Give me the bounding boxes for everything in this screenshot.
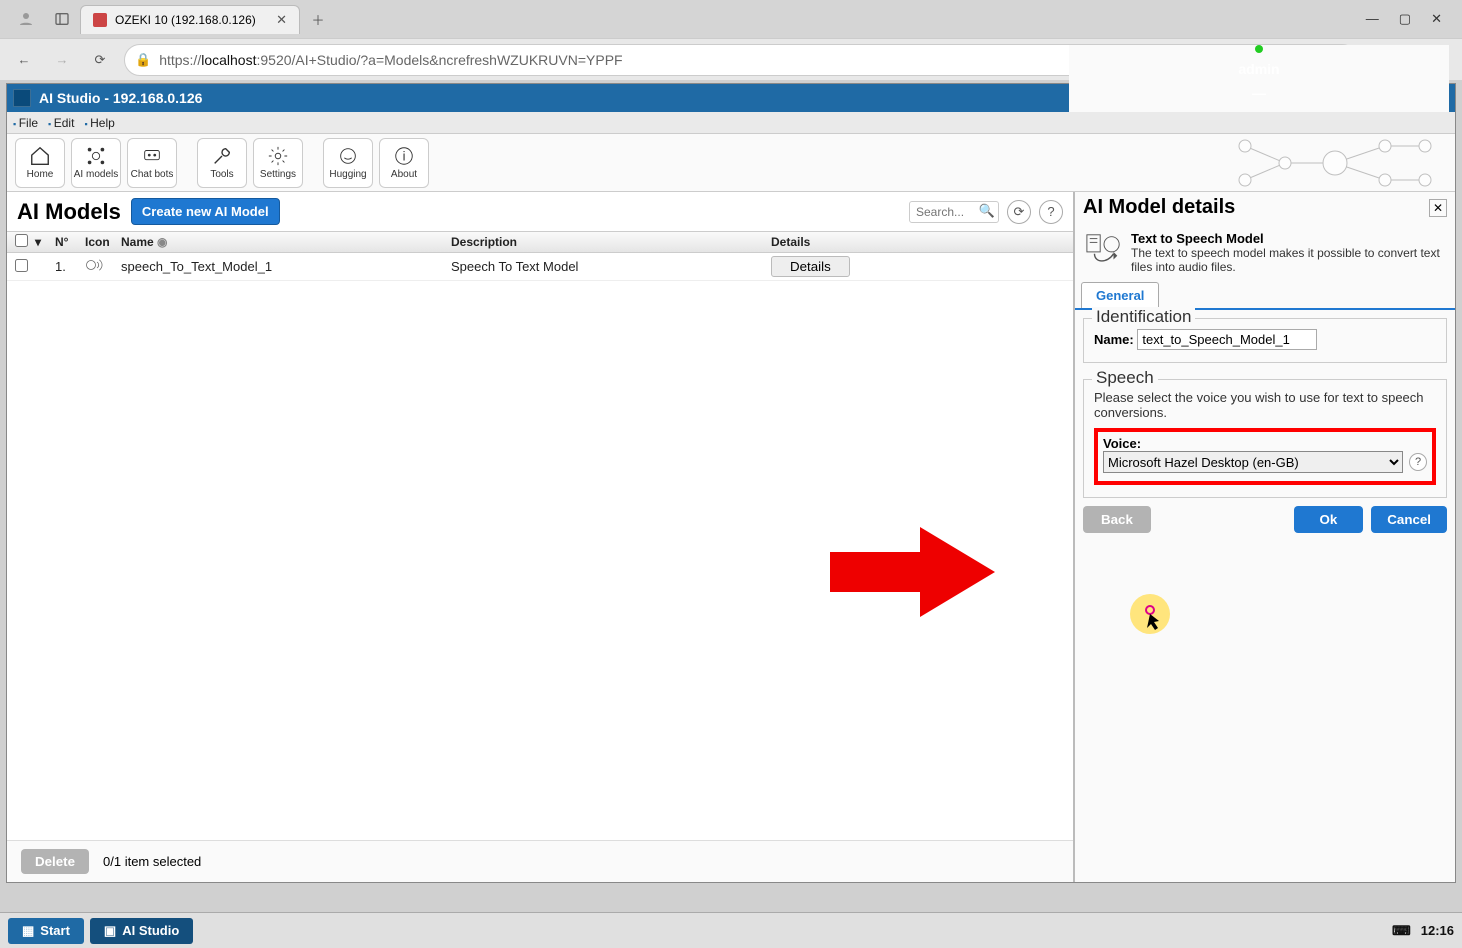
url-text: https://localhost:9520/AI+Studio/?a=Mode…	[159, 52, 622, 68]
search-icon[interactable]: 🔍	[979, 203, 995, 219]
keyboard-icon[interactable]: ⌨	[1392, 923, 1411, 939]
tab-title: OZEKI 10 (192.168.0.126)	[115, 13, 268, 27]
tab-general[interactable]: General	[1081, 282, 1159, 308]
models-heading: AI Models	[17, 199, 121, 225]
tool-settings[interactable]: Settings	[253, 138, 303, 188]
tool-ai-models[interactable]: AI models	[71, 138, 121, 188]
tool-about[interactable]: iAbout	[379, 138, 429, 188]
new-tab-button[interactable]: ＋	[306, 7, 330, 31]
sidebar-toggle-icon[interactable]	[50, 7, 74, 31]
cursor-highlight	[1128, 592, 1172, 639]
voice-highlight: Voice: Microsoft Hazel Desktop (en-GB) ?	[1094, 428, 1436, 485]
refresh-button[interactable]: ⟳	[1007, 200, 1031, 224]
tool-tools[interactable]: Tools	[197, 138, 247, 188]
browser-tab[interactable]: OZEKI 10 (192.168.0.126) ✕	[80, 5, 300, 34]
tool-home[interactable]: Home	[15, 138, 65, 188]
start-icon: ▦	[22, 923, 34, 939]
taskbar-app[interactable]: ▣AI Studio	[90, 918, 193, 944]
details-button[interactable]: Details	[771, 256, 850, 277]
app-icon	[13, 89, 31, 107]
sort-icon[interactable]: ◉	[157, 235, 167, 249]
voice-label: Voice:	[1103, 436, 1141, 451]
name-label: Name:	[1094, 332, 1134, 347]
back-button[interactable]: Back	[1083, 506, 1151, 533]
refresh-icon[interactable]: ⟳	[86, 46, 114, 74]
voice-select[interactable]: Microsoft Hazel Desktop (en-GB)	[1103, 451, 1403, 473]
app-minimize-icon[interactable]: —	[1248, 85, 1270, 101]
models-panel: AI Models Create new AI Model 🔍 ⟳ ? ▾ N°…	[7, 192, 1075, 882]
taskbar: ▦Start ▣AI Studio ⌨ 12:16	[0, 912, 1462, 948]
app-window: AI Studio - 192.168.0.126 admin — ▢ ✕ Fi…	[6, 83, 1456, 883]
model-title: Text to Speech Model	[1131, 231, 1445, 246]
identification-group: Identification Name:	[1083, 318, 1447, 363]
clock: 12:16	[1421, 923, 1454, 938]
tool-chat-bots[interactable]: Chat bots	[127, 138, 177, 188]
menu-help[interactable]: Help	[84, 116, 114, 130]
start-button[interactable]: ▦Start	[8, 918, 84, 944]
status-dot-icon	[1255, 45, 1263, 53]
cancel-button[interactable]: Cancel	[1371, 506, 1447, 533]
close-window-icon[interactable]: ✕	[1431, 11, 1442, 27]
table-row[interactable]: 1. speech_To_Text_Model_1 Speech To Text…	[7, 253, 1073, 281]
favicon-icon	[93, 13, 107, 27]
network-graphic-icon	[1225, 136, 1445, 190]
user-label[interactable]: admin	[1238, 61, 1279, 77]
delete-button[interactable]: Delete	[21, 849, 89, 874]
model-description: The text to speech model makes it possib…	[1131, 246, 1445, 274]
create-model-button[interactable]: Create new AI Model	[131, 198, 280, 225]
model-type-icon	[85, 256, 121, 277]
menu-file[interactable]: File	[13, 116, 38, 130]
maximize-icon[interactable]: ▢	[1399, 11, 1411, 27]
close-panel-button[interactable]: ✕	[1429, 199, 1447, 217]
close-tab-icon[interactable]: ✕	[276, 12, 287, 28]
toolbar: Home AI models Chat bots Tools Settings …	[7, 134, 1455, 192]
speech-group: Speech Please select the voice you wish …	[1083, 379, 1447, 498]
profile-icon[interactable]	[14, 7, 38, 31]
selection-status: 0/1 item selected	[103, 854, 201, 869]
voice-help-icon[interactable]: ?	[1409, 453, 1427, 471]
row-checkbox[interactable]	[15, 259, 28, 272]
expand-all-icon[interactable]: ▾	[35, 235, 55, 249]
tts-icon	[1085, 231, 1123, 269]
forward-icon: →	[48, 46, 76, 74]
menu-edit[interactable]: Edit	[48, 116, 74, 130]
menu-bar: File Edit Help	[7, 112, 1455, 134]
app-taskbar-icon: ▣	[104, 923, 116, 939]
details-heading: AI Model details	[1083, 196, 1235, 219]
svg-text:i: i	[403, 149, 406, 164]
tool-hugging[interactable]: Hugging	[323, 138, 373, 188]
select-all-checkbox[interactable]	[15, 234, 28, 247]
speech-hint: Please select the voice you wish to use …	[1094, 390, 1436, 420]
details-panel: AI Model details ✕ Text to Speech Model …	[1075, 192, 1455, 882]
ok-button[interactable]: Ok	[1294, 506, 1364, 533]
minimize-icon[interactable]: —	[1366, 11, 1379, 27]
lock-icon: 🔒	[135, 52, 151, 68]
back-icon[interactable]: ←	[10, 46, 38, 74]
app-title-text: AI Studio - 192.168.0.126	[39, 90, 202, 106]
app-titlebar: AI Studio - 192.168.0.126 admin — ▢ ✕	[7, 84, 1455, 112]
name-input[interactable]	[1137, 329, 1317, 350]
help-button[interactable]: ?	[1039, 200, 1063, 224]
table-header: ▾ N° Icon Name ◉ Description Details	[7, 231, 1073, 253]
